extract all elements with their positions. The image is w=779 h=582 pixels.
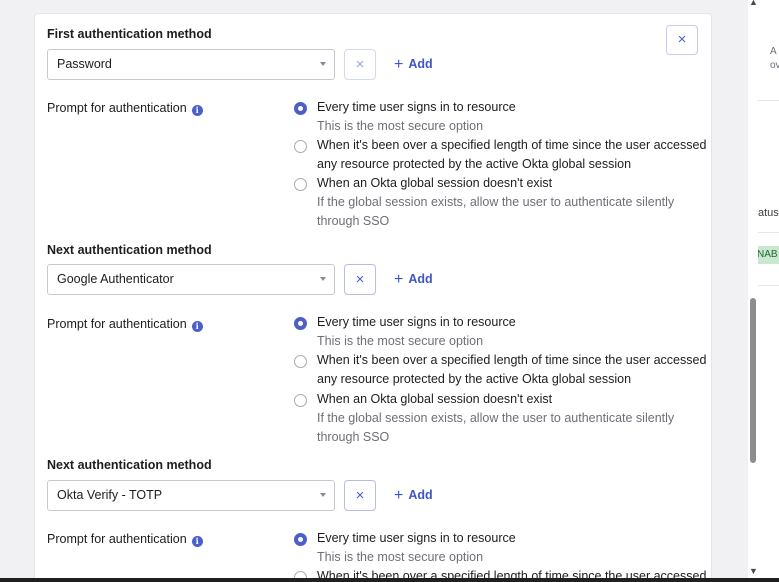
- prompt-label-text: Prompt for authentication: [47, 101, 187, 115]
- next-method-select[interactable]: Google Authenticator: [47, 264, 335, 295]
- option-time-length-line1: When it's been over a specified length o…: [317, 353, 707, 367]
- background-text: A: [770, 46, 777, 57]
- radio-time-length[interactable]: [294, 140, 307, 153]
- status-badge: NAB: [756, 246, 779, 264]
- close-icon[interactable]: ×: [666, 25, 698, 55]
- radio-no-session[interactable]: [294, 178, 307, 191]
- radio-every-time[interactable]: [294, 317, 307, 330]
- add-next-method-button[interactable]: + Add: [394, 480, 433, 511]
- prompt-label: Prompt for authentication i: [47, 532, 203, 547]
- prompt-label: Prompt for authentication i: [47, 101, 203, 116]
- option-no-session: When an Okta global session doesn't exis…: [317, 176, 553, 190]
- chevron-down-icon: [320, 493, 326, 497]
- first-method-select[interactable]: Password: [47, 49, 335, 80]
- option-every-time: Every time user signs in to resource: [317, 315, 516, 329]
- next-method-selected-value: Google Authenticator: [57, 272, 174, 286]
- add-label: Add: [408, 272, 433, 286]
- scroll-up-icon[interactable]: ▲: [749, 0, 758, 7]
- next-method-title: Next authentication method: [47, 243, 212, 257]
- hint-no-session-line2: through SSO: [317, 430, 390, 444]
- option-time-length-line1: When it's been over a specified length o…: [317, 569, 707, 578]
- add-label: Add: [408, 57, 433, 71]
- option-every-time: Every time user signs in to resource: [317, 100, 516, 114]
- radio-every-time[interactable]: [294, 102, 307, 115]
- chevron-down-icon: [320, 62, 326, 66]
- radio-time-length[interactable]: [294, 355, 307, 368]
- prompt-label: Prompt for authentication i: [47, 317, 203, 332]
- option-no-session: When an Okta global session doesn't exis…: [317, 392, 553, 406]
- scrollbar-thumb[interactable]: [750, 298, 756, 463]
- plus-icon: +: [394, 56, 404, 73]
- option-time-length-line2: any resource protected by the active Okt…: [317, 157, 632, 171]
- add-first-method-button[interactable]: + Add: [394, 49, 433, 80]
- radio-every-time[interactable]: [294, 533, 307, 546]
- remove-first-method-button[interactable]: ×: [344, 49, 376, 80]
- add-next-method-button[interactable]: + Add: [394, 264, 433, 295]
- hint-every-time: This is the most secure option: [317, 334, 484, 348]
- radio-time-length[interactable]: [294, 571, 307, 578]
- next-method-title: Next authentication method: [47, 458, 212, 472]
- hint-every-time: This is the most secure option: [317, 550, 484, 564]
- scrollbar[interactable]: ▲ ▼: [748, 0, 758, 578]
- chevron-down-icon: [320, 277, 326, 281]
- option-time-length-line1: When it's been over a specified length o…: [317, 138, 707, 152]
- info-icon[interactable]: i: [191, 536, 203, 547]
- option-every-time: Every time user signs in to resource: [317, 531, 516, 545]
- plus-icon: +: [394, 487, 404, 504]
- background-column-header: atus: [758, 207, 779, 219]
- radio-no-session[interactable]: [294, 394, 307, 407]
- remove-next-method-button[interactable]: ×: [344, 264, 376, 295]
- first-method-selected-value: Password: [57, 57, 112, 71]
- hint-no-session-line2: through SSO: [317, 214, 390, 228]
- info-icon[interactable]: i: [191, 321, 203, 332]
- hint-no-session-line1: If the global session exists, allow the …: [317, 411, 675, 425]
- prompt-label-text: Prompt for authentication: [47, 532, 187, 546]
- authentication-policy-modal: × First authentication method Password ×…: [0, 0, 748, 578]
- remove-next-method-button[interactable]: ×: [344, 480, 376, 511]
- prompt-label-text: Prompt for authentication: [47, 317, 187, 331]
- first-method-title: First authentication method: [47, 27, 212, 41]
- hint-every-time: This is the most secure option: [317, 119, 484, 133]
- scroll-down-icon[interactable]: ▼: [749, 566, 758, 576]
- next-method-selected-value: Okta Verify - TOTP: [57, 488, 163, 502]
- option-time-length-line2: any resource protected by the active Okt…: [317, 372, 632, 386]
- hint-no-session-line1: If the global session exists, allow the …: [317, 195, 675, 209]
- background-text: ov: [770, 60, 779, 71]
- plus-icon: +: [394, 271, 404, 288]
- bottom-edge: [0, 578, 779, 582]
- info-icon[interactable]: i: [191, 105, 203, 116]
- add-label: Add: [408, 488, 433, 502]
- next-method-select[interactable]: Okta Verify - TOTP: [47, 480, 335, 511]
